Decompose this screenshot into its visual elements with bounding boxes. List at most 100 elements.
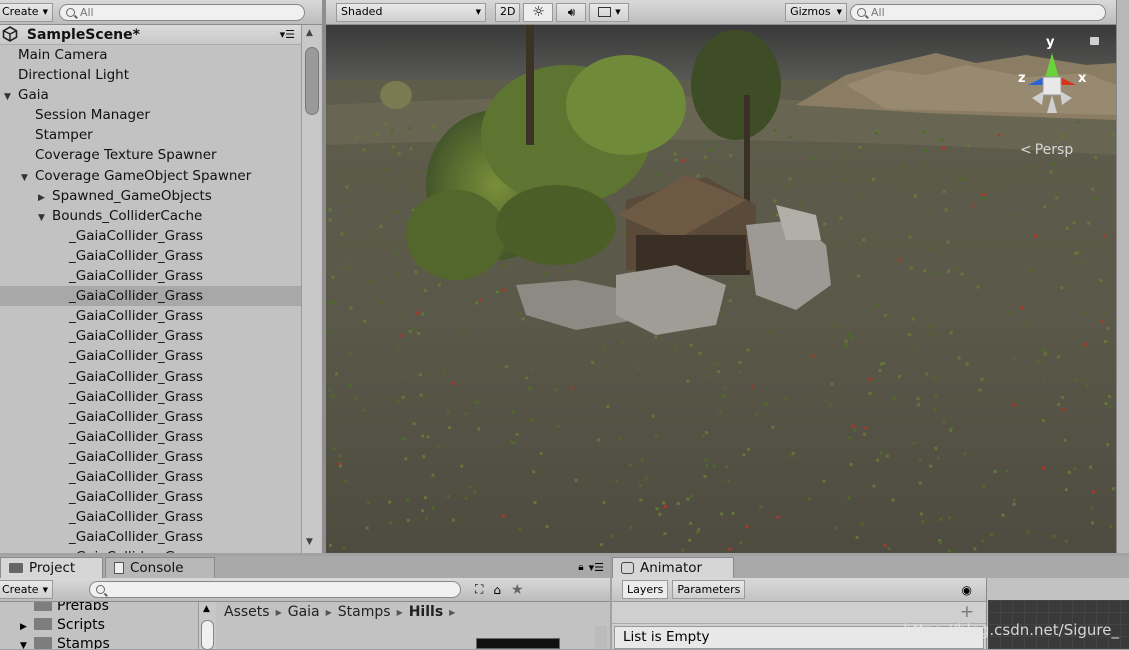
hierarchy-row-label: Main Camera <box>18 47 108 63</box>
tab-project[interactable]: Project <box>0 557 103 578</box>
folder-icon <box>34 618 52 630</box>
hierarchy-row[interactable]: _GaiaCollider_Grass <box>0 547 301 553</box>
orientation-gizmo[interactable]: y x z <box>1012 33 1092 123</box>
hierarchy-scrollbar[interactable]: ▲ ▼ <box>301 25 321 553</box>
gizmos-dropdown[interactable]: Gizmos ▼ <box>785 2 847 22</box>
hierarchy-row[interactable]: _GaiaCollider_Grass <box>0 306 301 326</box>
project-panel: Project Console 🔒︎ ▾☰ Create ▼ ⛶ ⌂ ★ Pre… <box>0 556 610 650</box>
scene-viewport[interactable]: y x z < Persp <box>326 25 1116 553</box>
hierarchy-row[interactable]: _GaiaCollider_Grass <box>0 246 301 266</box>
hierarchy-row-label: _GaiaCollider_Grass <box>69 549 203 553</box>
scroll-up-icon[interactable]: ▲ <box>306 28 313 38</box>
hierarchy-row[interactable]: Stamper <box>0 125 301 145</box>
lighting-toggle[interactable]: ☼ <box>523 2 554 22</box>
lock-icon[interactable] <box>1090 37 1099 45</box>
triangle-right-icon[interactable]: ▶ <box>20 618 34 636</box>
hierarchy-row[interactable]: _GaiaCollider_Grass <box>0 487 301 507</box>
scroll-down-icon[interactable]: ▼ <box>306 537 313 547</box>
breadcrumb-assets[interactable]: Assets <box>224 604 270 620</box>
breadcrumb-gaia[interactable]: Gaia <box>288 604 320 620</box>
scene-header[interactable]: SampleScene* ▾☰ <box>0 25 301 45</box>
project-search-input[interactable] <box>88 581 461 598</box>
scroll-up-icon[interactable]: ▲ <box>203 604 210 614</box>
scene-menu-icon[interactable]: ▾☰ <box>280 25 295 45</box>
panel-menu-icon[interactable]: ▾☰ <box>589 561 604 574</box>
hierarchy-row[interactable]: ▼ Bounds_ColliderCache <box>0 206 301 226</box>
breadcrumb-hills[interactable]: Hills <box>409 604 443 620</box>
project-breadcrumb: Assets ▶ Gaia ▶ Stamps ▶ Hills ▶ <box>224 602 455 622</box>
hierarchy-row[interactable]: _GaiaCollider_Grass <box>0 326 301 346</box>
hierarchy-row[interactable]: _GaiaCollider_Grass <box>0 367 301 387</box>
hierarchy-row[interactable]: _GaiaCollider_Grass <box>0 507 301 527</box>
subtab-parameters-label: Parameters <box>677 582 741 596</box>
hierarchy-row-label: _GaiaCollider_Grass <box>69 489 203 506</box>
project-create-dropdown[interactable]: Create ▼ <box>0 580 53 599</box>
tab-animator[interactable]: Animator <box>612 557 734 578</box>
hierarchy-row[interactable]: _GaiaCollider_Grass <box>0 447 301 467</box>
hierarchy-row[interactable]: _GaiaCollider_Grass <box>0 226 301 246</box>
chevron-down-icon: ▼ <box>615 8 621 16</box>
hierarchy-row[interactable]: _GaiaCollider_Grass <box>0 467 301 487</box>
triangle-down-icon[interactable]: ▼ <box>20 637 34 649</box>
folder-item[interactable]: ▼ Stamps <box>0 635 198 649</box>
gizmo-axis-x: x <box>1078 71 1087 86</box>
subtab-layers-label: Layers <box>627 582 664 596</box>
add-layer-icon[interactable]: + <box>960 602 974 622</box>
hierarchy-row[interactable]: _GaiaCollider_Grass <box>0 387 301 407</box>
watermark-text: https://blog.csdn.net/Sigure_ <box>903 621 1119 639</box>
hierarchy-row[interactable]: Main Camera <box>0 45 301 65</box>
hierarchy-search-input[interactable]: All <box>58 3 305 21</box>
subtab-parameters[interactable]: Parameters <box>672 580 746 599</box>
hierarchy-row[interactable]: _GaiaCollider_Grass <box>0 407 301 427</box>
hierarchy-row-label: Directional Light <box>18 67 129 84</box>
hierarchy-row[interactable]: ▼ Coverage GameObject Spawner <box>0 166 301 186</box>
audio-toggle[interactable]: 🔊︎ <box>556 2 587 22</box>
gizmo-axis-z: z <box>1018 71 1026 86</box>
subtab-layers[interactable]: Layers <box>622 580 669 599</box>
lock-icon[interactable]: 🔒︎ <box>578 562 583 573</box>
shading-mode-label: Shaded <box>341 5 383 18</box>
folder-item[interactable]: Prefabs <box>0 602 198 616</box>
tab-project-label: Project <box>29 560 76 576</box>
hierarchy-row[interactable]: _GaiaCollider_Grass <box>0 527 301 547</box>
filter-by-type-icon[interactable]: ⛶ <box>475 582 483 597</box>
effects-dropdown[interactable]: ▼ <box>589 2 630 22</box>
breadcrumb-stamps[interactable]: Stamps <box>338 604 391 620</box>
hierarchy-row-label: Session Manager <box>35 107 150 124</box>
tab-console[interactable]: Console <box>105 557 215 578</box>
hierarchy-scroll-thumb[interactable] <box>305 47 319 115</box>
folder-label: Scripts <box>57 617 105 633</box>
hierarchy-row[interactable]: _GaiaCollider_Grass <box>0 286 301 307</box>
eye-icon[interactable]: ◉ <box>962 583 972 597</box>
triangle-right-icon[interactable]: ▶ <box>38 188 48 208</box>
hierarchy-row[interactable]: ▶ Spawned_GameObjects <box>0 186 301 206</box>
project-tree-scrollbar[interactable]: ▲ <box>198 602 216 650</box>
hierarchy-row[interactable]: _GaiaCollider_Grass <box>0 346 301 366</box>
hierarchy-row[interactable]: Session Manager <box>0 105 301 125</box>
triangle-down-icon[interactable]: ▼ <box>21 168 31 188</box>
asset-thumbnail[interactable] <box>476 638 560 649</box>
project-tree-scroll-thumb[interactable] <box>201 620 214 650</box>
hierarchy-row[interactable]: _GaiaCollider_Grass <box>0 427 301 447</box>
hierarchy-row[interactable]: Directional Light <box>0 65 301 85</box>
tab-console-label: Console <box>130 560 184 576</box>
triangle-down-icon[interactable]: ▼ <box>4 87 14 107</box>
breadcrumb-separator-icon: ▶ <box>449 607 456 617</box>
hierarchy-row-label: _GaiaCollider_Grass <box>69 468 203 485</box>
hierarchy-create-dropdown[interactable]: Create ▼ <box>0 2 53 22</box>
empty-list-text: List is Empty <box>623 629 710 645</box>
projection-toggle[interactable]: < Persp <box>1020 142 1073 158</box>
scene-search-input[interactable]: All <box>850 3 1106 21</box>
folder-item[interactable]: ▶ Scripts <box>0 616 198 635</box>
chevron-down-icon: ▼ <box>836 8 842 16</box>
shading-mode-dropdown[interactable]: Shaded ▼ <box>336 2 486 22</box>
hierarchy-row[interactable]: ▼ Gaia <box>0 85 301 105</box>
hierarchy-row[interactable]: Coverage Texture Spawner <box>0 145 301 165</box>
folder-icon <box>34 637 52 649</box>
scene-name: SampleScene* <box>26 27 140 43</box>
mode-2d-toggle[interactable]: 2D <box>495 2 521 22</box>
triangle-down-icon[interactable]: ▼ <box>38 208 48 228</box>
favorites-star-icon[interactable]: ★ <box>511 582 524 598</box>
filter-by-label-icon[interactable]: ⌂ <box>493 583 501 597</box>
hierarchy-row[interactable]: _GaiaCollider_Grass <box>0 266 301 286</box>
